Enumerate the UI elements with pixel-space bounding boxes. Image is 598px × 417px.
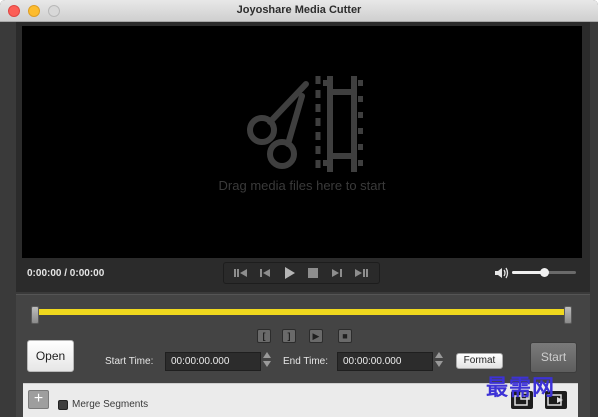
start-button[interactable]: Start (530, 342, 577, 373)
time-readout: 0:00:00 / 0:00:00 (27, 268, 105, 279)
play-icon[interactable] (280, 266, 298, 280)
merge-segments-checkbox[interactable] (58, 400, 68, 410)
step-forward-icon[interactable] (328, 266, 346, 280)
scissors-film-icon (247, 76, 363, 172)
timeline-selection (36, 309, 567, 315)
open-button[interactable]: Open (27, 340, 74, 372)
next-frame-icon[interactable] (352, 266, 370, 280)
start-time-label: Start Time: (105, 356, 154, 367)
transport-controls (223, 262, 380, 284)
start-handle[interactable] (31, 306, 39, 324)
drop-hint: Drag media files here to start (218, 178, 386, 193)
add-segment-button[interactable]: + (28, 390, 49, 409)
end-time-stepper[interactable] (434, 350, 444, 372)
start-time-stepper[interactable] (262, 350, 272, 372)
watermark: 最需网 (486, 375, 556, 401)
end-handle[interactable] (564, 306, 572, 324)
volume-icon[interactable] (494, 266, 510, 280)
volume-slider[interactable] (512, 268, 576, 277)
timeline-track[interactable] (36, 309, 567, 315)
title-bar: Joyoshare Media Cutter (0, 0, 598, 22)
window-title: Joyoshare Media Cutter (236, 4, 362, 16)
merge-segments-label: Merge Segments (72, 399, 149, 410)
stop-segment-icon[interactable]: ■ (338, 329, 352, 343)
start-time-field[interactable] (165, 352, 261, 371)
set-end-icon[interactable]: ] (282, 329, 296, 343)
step-back-icon[interactable] (256, 266, 274, 280)
app-window: Joyoshare Media Cutter Drag media files … (0, 0, 598, 417)
volume-knob[interactable] (540, 268, 549, 277)
end-time-field[interactable] (337, 352, 433, 371)
previous-frame-icon[interactable] (232, 266, 250, 280)
format-button[interactable]: Format (456, 353, 503, 369)
set-start-icon[interactable]: [ (257, 329, 271, 343)
end-time-label: End Time: (283, 356, 329, 367)
media-drop-area[interactable]: Drag media files here to start (22, 26, 582, 258)
play-segment-icon[interactable]: ▶ (309, 329, 323, 343)
stop-icon[interactable] (304, 266, 322, 280)
